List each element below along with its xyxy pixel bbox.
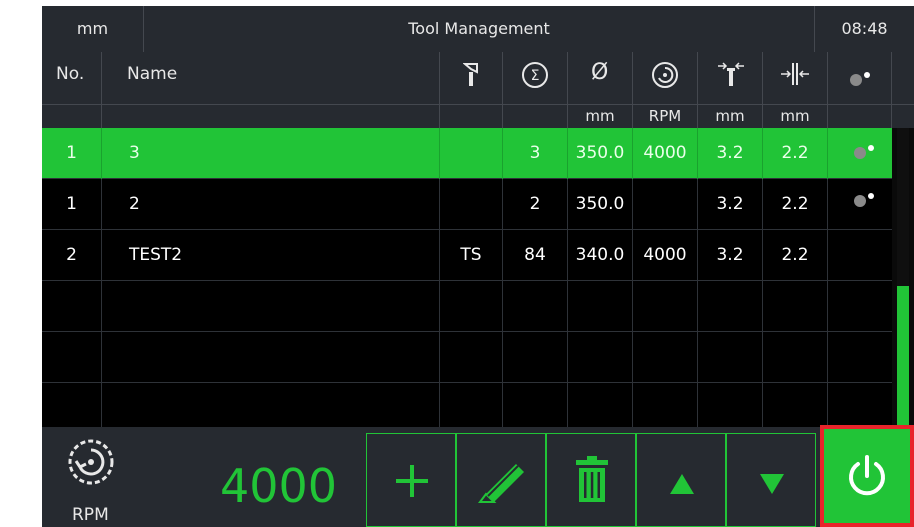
column-header-rpm[interactable]: RPM [633,52,698,128]
table-row[interactable] [42,332,892,383]
column-header-name[interactable]: Name [102,52,440,128]
diameter-icon: Ø [591,60,609,85]
spindle-speed-icon [68,439,114,485]
unit-indicator: mm [42,6,144,52]
rpm-label: RPM [72,505,109,525]
page-title: Tool Management [144,6,815,52]
tool-management-screen: mm Tool Management 08:48 No. Name Σ Ø mm [42,6,914,527]
coolant-icon [828,179,892,230]
column-header-count[interactable]: Σ [503,52,568,128]
column-header-holder[interactable] [440,52,503,128]
column-header-diameter[interactable]: Ø mm [568,52,633,128]
column-header-width[interactable]: mm [698,52,763,128]
triangle-up-icon [670,474,694,494]
tool-holder-icon [463,63,478,86]
move-up-button[interactable] [636,433,726,527]
sum-icon: Σ [522,62,548,88]
column-header-coolant[interactable] [828,52,892,128]
table-row[interactable] [42,383,892,427]
header-divider [42,104,914,105]
tool-length-icon [781,63,809,85]
column-header-no[interactable]: No. [42,52,102,128]
clock: 08:48 [841,19,888,38]
triangle-down-icon [760,474,784,494]
table-scrollbar[interactable] [892,128,914,427]
delete-button[interactable] [546,433,636,527]
rpm-value: 4000 [220,459,338,513]
trash-icon [576,456,608,502]
sum-symbol: Σ [531,68,540,84]
power-button[interactable] [820,425,914,527]
pencil-icon [478,464,524,503]
title-bar: mm Tool Management 08:48 [42,6,914,52]
plus-icon [396,465,428,497]
move-down-button[interactable] [726,433,816,527]
coolant-icon [850,69,870,88]
table-row[interactable]: 1 3 3 350.0 4000 3.2 2.2 [42,128,892,179]
spindle-speed-icon [652,62,678,88]
table-row[interactable] [42,281,892,332]
coolant-icon [828,128,892,179]
table-header: No. Name Σ Ø mm RPM mm mm [42,52,914,128]
table-row[interactable]: 2 TEST2 TS 84 340.0 4000 3.2 2.2 [42,230,892,281]
table-row[interactable]: 1 2 2 350.0 3.2 2.2 [42,179,892,230]
bottom-toolbar: RPM 4000 [42,425,914,527]
edit-button[interactable] [456,433,546,527]
power-icon [849,455,885,496]
scrollbar-thumb[interactable] [897,286,909,427]
add-button[interactable] [366,433,456,527]
column-header-length[interactable]: mm [763,52,828,128]
tool-width-icon [718,62,744,86]
